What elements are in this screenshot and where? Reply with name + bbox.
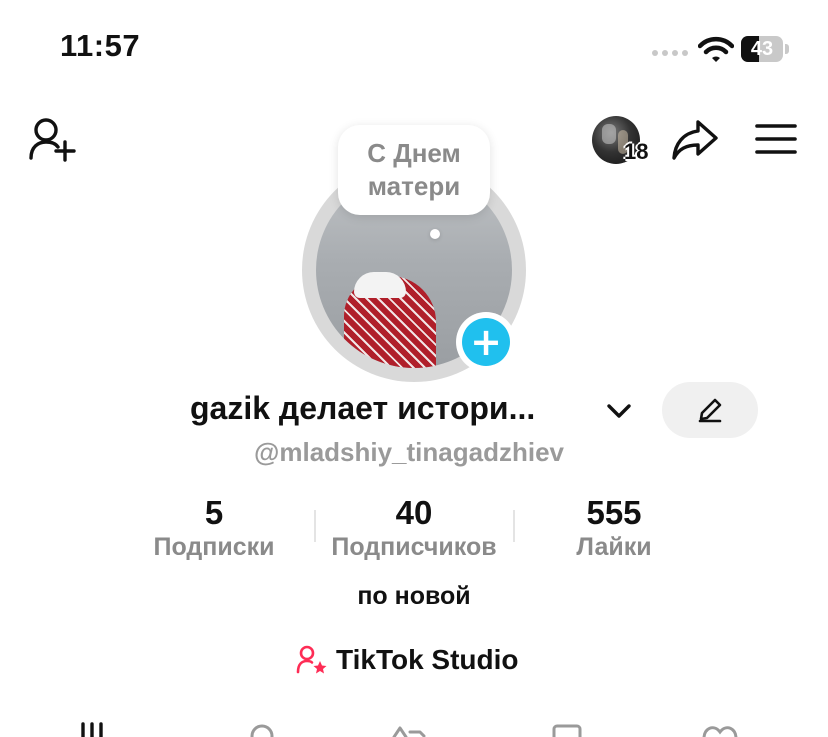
stat-following[interactable]: 5 Подписки	[134, 494, 294, 562]
tiktok-studio-link[interactable]: TikTok Studio	[296, 644, 519, 676]
chevron-down-icon[interactable]	[606, 400, 632, 422]
cellular-signal-icon	[652, 50, 688, 56]
stat-label: Подписки	[153, 533, 275, 561]
add-avatar-button[interactable]: +	[456, 312, 516, 372]
story-count-badge: 18	[624, 139, 649, 164]
status-time: 11:57	[60, 28, 141, 63]
stat-likes[interactable]: 555 Лайки	[534, 494, 694, 562]
stat-value: 40	[395, 494, 433, 531]
liked-tab-icon[interactable]	[700, 718, 740, 737]
wifi-icon	[698, 36, 734, 62]
videos-grid-tab-icon[interactable]	[76, 718, 116, 737]
avatar-headscarf	[354, 272, 406, 298]
plus-icon: +	[462, 318, 510, 366]
profile-note-bubble[interactable]: С Днем матери	[338, 125, 490, 215]
stat-label: Лайки	[576, 533, 652, 561]
reposts-tab-icon[interactable]	[390, 718, 430, 737]
stat-label: Подписчиков	[331, 533, 497, 561]
creator-star-icon	[296, 645, 327, 674]
edit-profile-button[interactable]	[662, 382, 758, 438]
profile-bio: по новой	[357, 582, 471, 610]
battery-level-text: 43	[750, 37, 774, 60]
display-name[interactable]: gazik делает истори...	[190, 390, 535, 427]
battery-cap	[785, 44, 789, 54]
share-icon[interactable]	[670, 116, 720, 162]
stat-followers[interactable]: 40 Подписчиков	[314, 494, 514, 562]
menu-icon[interactable]	[755, 122, 797, 156]
add-friend-icon[interactable]	[28, 116, 78, 164]
pencil-icon	[698, 398, 722, 423]
tiktok-studio-label: TikTok Studio	[336, 644, 519, 675]
stat-value: 555	[586, 494, 642, 531]
stat-divider	[513, 510, 515, 542]
note-bubble-tail	[430, 229, 440, 239]
username: @mladshiy_tinagadzhiev	[254, 437, 564, 467]
favorites-tab-icon[interactable]	[550, 718, 590, 737]
private-tab-icon[interactable]	[242, 718, 282, 737]
stat-value: 5	[204, 494, 224, 531]
profile-note-text: С Днем матери	[367, 138, 461, 201]
battery-icon: 43	[741, 36, 783, 62]
